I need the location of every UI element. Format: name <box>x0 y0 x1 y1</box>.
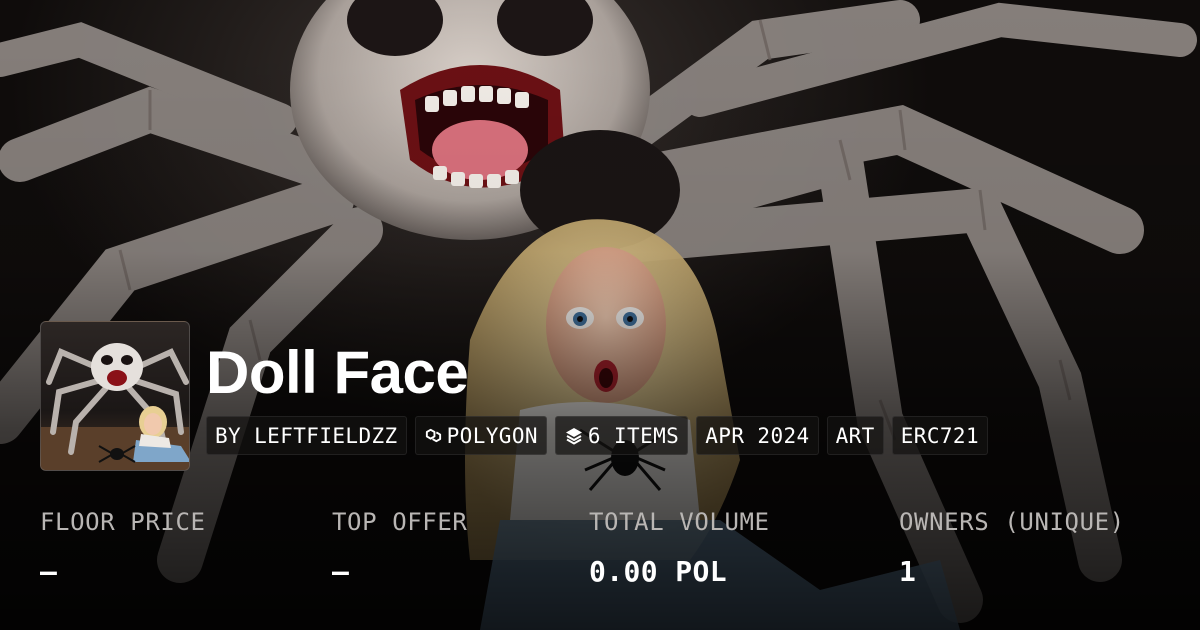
stat-label: TOTAL VOLUME <box>589 508 770 536</box>
tag-chain-label: POLYGON <box>446 423 538 448</box>
collection-tags: BY LEFTFIELDZZ POLYGON 6 ITEMS APR 2024 … <box>206 416 988 455</box>
tag-chain[interactable]: POLYGON <box>414 416 547 455</box>
stat-label: TOP OFFER <box>332 508 468 536</box>
tag-creator-label: BY LEFTFIELDZZ <box>215 423 398 448</box>
stat-total-volume: TOTAL VOLUME 0.00 POL <box>589 504 770 590</box>
stat-floor-price: FLOOR PRICE – <box>40 504 206 590</box>
stat-value: 1 <box>899 555 917 588</box>
collection-title: Doll Face <box>206 339 469 406</box>
layers-icon <box>565 427 582 444</box>
tag-standard[interactable]: ERC721 <box>891 416 988 455</box>
tag-date-label: APR 2024 <box>705 423 810 448</box>
collection-avatar-image <box>41 343 189 470</box>
stat-value: – <box>40 555 58 588</box>
collection-avatar <box>40 321 190 471</box>
tag-creator[interactable]: BY LEFTFIELDZZ <box>206 416 407 455</box>
tag-items-label: 6 ITEMS <box>587 423 680 448</box>
tag-items[interactable]: 6 ITEMS <box>554 416 689 455</box>
stat-label: FLOOR PRICE <box>40 508 206 536</box>
stat-value: 0.00 POL <box>589 555 728 588</box>
polygon-chain-icon <box>425 428 441 443</box>
stat-top-offer: TOP OFFER – <box>332 504 467 590</box>
stat-value: – <box>332 555 350 588</box>
tag-category-label: ART <box>835 423 875 448</box>
tag-standard-label: ERC721 <box>900 423 979 448</box>
stat-owners: OWNERS (UNIQUE) 1 <box>899 504 1125 590</box>
tag-category[interactable]: ART <box>826 416 884 455</box>
tag-date[interactable]: APR 2024 <box>696 416 819 455</box>
stat-label: OWNERS (UNIQUE) <box>899 508 1125 536</box>
